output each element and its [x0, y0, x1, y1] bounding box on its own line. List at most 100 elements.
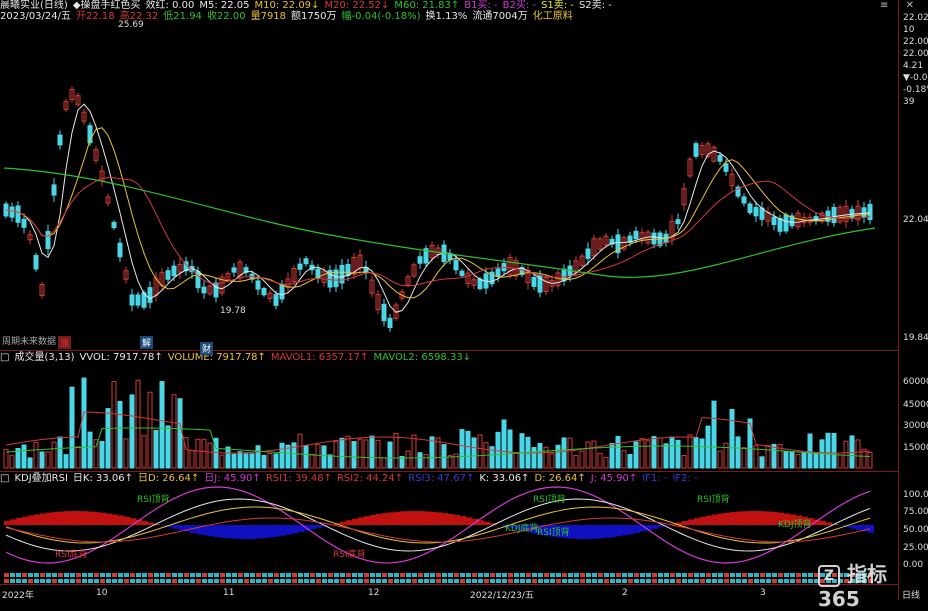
- volume-bar: [238, 452, 242, 468]
- signal-strip: [46, 573, 51, 577]
- signal-strip: [436, 579, 441, 583]
- event-tag-rise[interactable]: 涨: [58, 336, 71, 349]
- signal-strip: [574, 579, 579, 583]
- signal-strip: [52, 573, 57, 577]
- kdj-item-4: 日J: 45.90↑: [204, 473, 261, 484]
- signal-strip: [172, 573, 177, 577]
- candle-body: [22, 219, 26, 227]
- signal-strip: [328, 573, 333, 577]
- volume-bar: [808, 434, 812, 468]
- peak-price-label: 25.69: [118, 20, 144, 30]
- kdj-item-0: □: [0, 473, 9, 484]
- rsi-band: [4, 521, 10, 525]
- candle-body: [16, 206, 20, 222]
- volume-bar: [556, 445, 560, 468]
- signal-strip: [784, 573, 789, 577]
- signal-strip: [226, 573, 231, 577]
- rsi-band: [610, 525, 616, 537]
- volume-bar: [832, 434, 836, 468]
- signal-strip: [490, 573, 495, 577]
- volume-bar: [538, 444, 542, 468]
- signal-strip: [442, 573, 447, 577]
- watermark-logo: Z 指标365: [818, 558, 928, 611]
- kdj-axis-label: 50.00: [903, 525, 928, 535]
- volume-bar: [64, 455, 68, 468]
- signal-strip: [316, 573, 321, 577]
- rsi-band: [76, 511, 82, 525]
- volume-bar: [604, 457, 608, 468]
- x-axis-label: 2: [622, 588, 628, 598]
- rsi-band: [634, 525, 640, 533]
- volume-bar: [700, 439, 704, 468]
- volume-bar: [304, 445, 308, 468]
- volume-bar: [34, 442, 38, 468]
- rsi-band: [64, 511, 70, 525]
- logo-icon: Z: [818, 565, 840, 587]
- settings-icon[interactable]: ≡: [880, 0, 888, 11]
- rsi-band: [754, 511, 760, 525]
- volume-bar: [46, 452, 50, 468]
- signal-strip: [778, 573, 783, 577]
- signal-strip: [340, 579, 345, 583]
- rsi-band: [94, 512, 100, 525]
- price-axis-label: 22.00: [903, 49, 928, 59]
- window-controls[interactable]: ≡ ✕: [880, 0, 914, 11]
- volume-bar: [352, 442, 356, 468]
- signal-strip: [370, 579, 375, 583]
- rsi-band: [448, 514, 454, 525]
- signal-strip: [580, 573, 585, 577]
- signal-strip: [778, 579, 783, 583]
- volume-bar: [58, 437, 62, 468]
- signal-strip: [718, 573, 723, 577]
- candle-body: [166, 271, 170, 280]
- x-axis-label: 3: [760, 588, 766, 598]
- signal-strip: [352, 579, 357, 583]
- signal-strip: [88, 579, 93, 583]
- close-icon[interactable]: ✕: [906, 0, 914, 11]
- signal-strip: [466, 579, 471, 583]
- rsi-band: [364, 516, 370, 525]
- volume-axis-label: 60000: [903, 377, 928, 387]
- candle-body: [784, 215, 788, 231]
- rsi-band: [214, 525, 220, 537]
- candle-body: [46, 231, 50, 248]
- signal-strip: [154, 573, 159, 577]
- x-axis-label: 10: [96, 588, 107, 598]
- signal-strip: [322, 579, 327, 583]
- signal-strip: [310, 579, 315, 583]
- signal-strip: [478, 579, 483, 583]
- signal-strip: [472, 579, 477, 583]
- price-axis-label: 4.21: [903, 61, 923, 71]
- rsi-band: [442, 513, 448, 525]
- kdj-axis-label: 25.00: [903, 543, 928, 553]
- price-axis-label: 22.02: [903, 13, 928, 23]
- rsi-band: [226, 525, 232, 538]
- volume-bar: [334, 442, 338, 468]
- volume-bar: [388, 442, 392, 468]
- volume-bar: [268, 454, 272, 468]
- signal-strip: [514, 579, 519, 583]
- signal-strip: [394, 573, 399, 577]
- volume-bar: [628, 454, 632, 468]
- rsi-band: [352, 519, 358, 525]
- signal-strip: [562, 579, 567, 583]
- volume-axis-label: 30000: [903, 421, 928, 431]
- candle-body: [34, 256, 38, 269]
- signal-strip: [4, 573, 9, 577]
- signal-strip: [376, 579, 381, 583]
- signal-strip: [520, 579, 525, 583]
- volume-bar: [328, 455, 332, 468]
- signal-strip: [694, 573, 699, 577]
- signal-strip: [724, 573, 729, 577]
- signal-strip: [454, 573, 459, 577]
- rsi-band: [28, 516, 34, 525]
- rsi-band: [430, 512, 436, 525]
- signal-strip: [70, 573, 75, 577]
- event-tag-unlock[interactable]: 解: [140, 336, 153, 349]
- chart-canvas[interactable]: [0, 0, 898, 600]
- event-tag-finance[interactable]: 财: [200, 342, 213, 355]
- volume-bar: [346, 436, 350, 468]
- volume-bar: [802, 453, 806, 468]
- kdj-header: □KDJ叠加RSI日K: 33.06↑日D: 26.64↑日J: 45.90↑R…: [0, 473, 703, 485]
- rsi-band: [766, 512, 772, 525]
